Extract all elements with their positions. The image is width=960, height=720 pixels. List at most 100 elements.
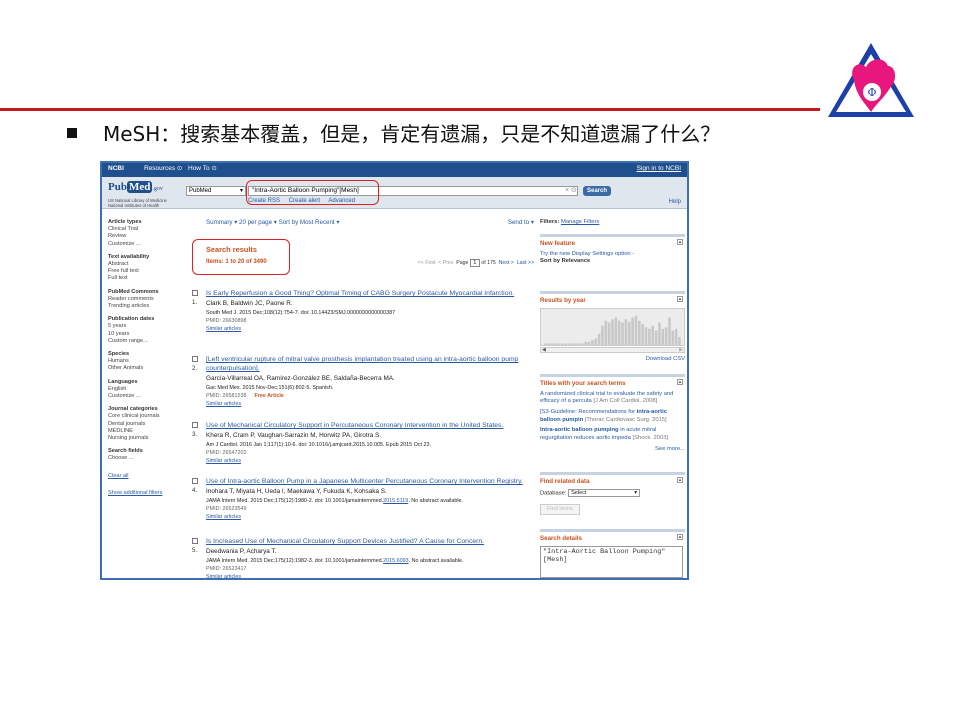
- year-bar[interactable]: [648, 328, 651, 345]
- clear-icon[interactable]: × ⊙: [565, 187, 577, 196]
- filter-option[interactable]: Reader comments: [108, 296, 186, 303]
- filter-option[interactable]: English: [108, 386, 186, 393]
- search-button[interactable]: Search: [583, 186, 611, 196]
- collapse-icon[interactable]: ▴: [677, 296, 683, 302]
- year-bar[interactable]: [654, 330, 658, 345]
- next-page-link[interactable]: Next >: [499, 260, 514, 266]
- year-bar[interactable]: [601, 325, 604, 345]
- filter-option[interactable]: Trending articles: [108, 303, 186, 310]
- result-title-link[interactable]: Is Early Reperfusion a Good Thing? Optim…: [206, 289, 534, 298]
- year-bar[interactable]: [624, 319, 628, 345]
- filter-option[interactable]: Dental journals: [108, 421, 186, 428]
- year-bar[interactable]: [651, 325, 655, 345]
- year-bar[interactable]: [581, 343, 584, 345]
- resources-menu[interactable]: Resources ⊙: [144, 165, 182, 173]
- year-bar[interactable]: [557, 343, 561, 345]
- download-csv-link[interactable]: Download CSV: [646, 356, 685, 363]
- result-title-link[interactable]: Use of Intra-aortic Balloon Pump in a Ja…: [206, 477, 534, 486]
- search-details-textarea[interactable]: "Intra-Aortic Balloon Pumping"[Mesh]: [540, 545, 683, 578]
- collapse-icon[interactable]: ▴: [677, 239, 683, 245]
- send-to-menu[interactable]: Send to ▾: [508, 219, 534, 227]
- result-title-link[interactable]: [Left ventricular rupture of mitral valv…: [206, 355, 534, 373]
- sign-in-link[interactable]: Sign in to NCBI: [637, 165, 681, 173]
- filter-option[interactable]: Humans: [108, 358, 186, 365]
- collapse-icon[interactable]: ▴: [677, 534, 683, 540]
- year-bar[interactable]: [554, 343, 557, 345]
- year-bar[interactable]: [607, 322, 611, 345]
- year-bar[interactable]: [631, 317, 634, 345]
- year-bar[interactable]: [591, 340, 594, 345]
- year-bar[interactable]: [547, 343, 551, 345]
- year-bar[interactable]: [661, 328, 665, 345]
- year-bar[interactable]: [678, 336, 681, 345]
- collapse-icon[interactable]: ▴: [677, 379, 683, 385]
- result-checkbox[interactable]: [192, 290, 198, 296]
- filter-option[interactable]: Full text: [108, 275, 186, 282]
- filter-option[interactable]: Other Animals: [108, 365, 186, 372]
- year-bar[interactable]: [641, 324, 644, 345]
- manage-filters-link[interactable]: Manage Filters: [561, 219, 599, 225]
- similar-articles-link[interactable]: Similar articles: [206, 514, 534, 521]
- result-title-link[interactable]: Is Increased Use of Mechanical Circulato…: [206, 537, 534, 546]
- similar-articles-link[interactable]: Similar articles: [206, 458, 534, 465]
- filter-option[interactable]: Customize ...: [108, 393, 186, 400]
- first-page-link[interactable]: << First: [418, 260, 436, 266]
- year-bar[interactable]: [587, 341, 591, 345]
- year-bar[interactable]: [611, 319, 614, 345]
- filter-option[interactable]: Clinical Trial: [108, 226, 186, 233]
- year-bar[interactable]: [584, 341, 587, 345]
- year-bar[interactable]: [634, 316, 638, 345]
- year-bar[interactable]: [574, 343, 577, 345]
- year-bar[interactable]: [597, 333, 601, 345]
- show-additional-filters-link[interactable]: Show additional filters: [108, 490, 186, 497]
- result-checkbox[interactable]: [192, 478, 198, 484]
- year-bar[interactable]: [564, 343, 567, 345]
- filter-option[interactable]: MEDLINE: [108, 428, 186, 435]
- pubmed-logo[interactable]: Pub Med .gov: [108, 181, 163, 195]
- year-bar[interactable]: [617, 320, 621, 345]
- year-bar[interactable]: [550, 343, 554, 345]
- collapse-icon[interactable]: ▴: [677, 477, 683, 483]
- title-term-entry[interactable]: Intra-aortic balloon pumping in acute mi…: [540, 427, 685, 442]
- filter-option[interactable]: Choose ...: [108, 455, 186, 462]
- find-items-button[interactable]: Find items: [540, 503, 580, 515]
- year-scrollbar[interactable]: ◀ ▶: [540, 347, 685, 353]
- help-link[interactable]: Help: [669, 199, 681, 207]
- filter-option[interactable]: Abstract: [108, 261, 186, 268]
- ncbi-logo[interactable]: NCBI: [108, 165, 124, 173]
- display-options[interactable]: Summary ▾ 20 per page ▾ Sort by Most Rec…: [206, 219, 339, 227]
- results-by-year-chart[interactable]: [540, 308, 685, 346]
- year-bar[interactable]: [621, 322, 624, 345]
- result-checkbox[interactable]: [192, 356, 198, 362]
- clear-all-link[interactable]: Clear all: [108, 473, 186, 480]
- year-bar[interactable]: [560, 343, 564, 345]
- year-bar[interactable]: [604, 320, 608, 345]
- title-term-entry[interactable]: [S3-Guideline: Recommendations for intra…: [540, 409, 685, 424]
- title-term-entry[interactable]: A randomized clinical trial to evaluate …: [540, 391, 685, 406]
- filter-option[interactable]: Custom range...: [108, 338, 186, 345]
- filter-option[interactable]: Nursing journals: [108, 435, 186, 442]
- result-checkbox[interactable]: [192, 422, 198, 428]
- year-bar[interactable]: [664, 327, 668, 345]
- similar-articles-link[interactable]: Similar articles: [206, 326, 534, 333]
- filter-option[interactable]: 5 years: [108, 323, 186, 330]
- filter-option[interactable]: Core clinical journals: [108, 413, 186, 420]
- year-bar[interactable]: [674, 328, 678, 345]
- filter-option[interactable]: Free full text: [108, 268, 186, 275]
- arrow-left-icon[interactable]: ◀: [542, 347, 546, 353]
- new-feature-link[interactable]: Try the new Display Settings option -: [540, 251, 685, 259]
- year-bar[interactable]: [594, 338, 598, 345]
- year-bar[interactable]: [577, 343, 581, 345]
- how-to-menu[interactable]: How To ⊙: [188, 165, 217, 173]
- year-bar[interactable]: [544, 343, 547, 345]
- similar-articles-link[interactable]: Similar articles: [206, 401, 534, 408]
- year-bar[interactable]: [567, 343, 571, 345]
- year-bar[interactable]: [668, 317, 671, 345]
- related-database-select[interactable]: Select ▾: [568, 488, 641, 497]
- page-number-input[interactable]: 1: [469, 259, 480, 267]
- see-more-link[interactable]: See more...: [540, 446, 685, 453]
- year-bar[interactable]: [644, 327, 648, 345]
- year-bar[interactable]: [614, 317, 618, 345]
- result-checkbox[interactable]: [192, 538, 198, 544]
- last-page-link[interactable]: Last >>: [517, 260, 534, 266]
